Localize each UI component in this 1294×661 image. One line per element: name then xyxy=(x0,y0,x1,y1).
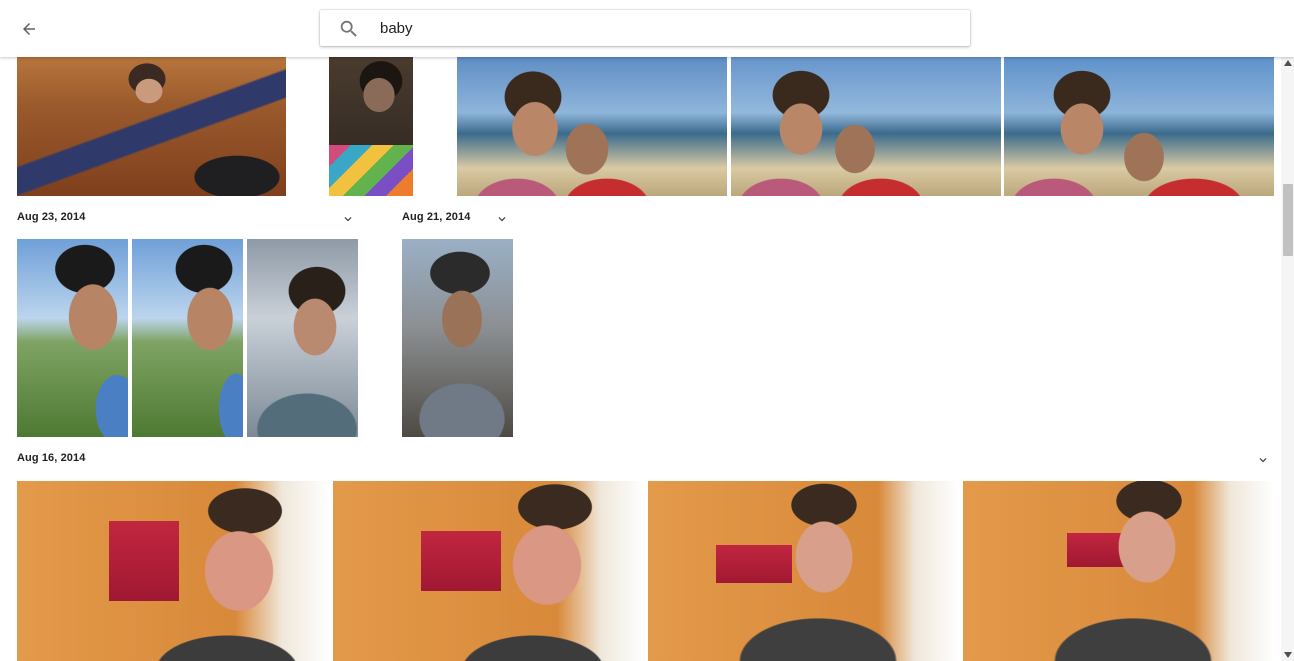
scroll-down-arrow-icon[interactable] xyxy=(1283,651,1293,659)
photo-thumbnail[interactable] xyxy=(333,481,644,661)
chevron-down-icon[interactable] xyxy=(1256,453,1270,467)
photo-thumbnail[interactable] xyxy=(1004,57,1274,196)
photo-thumbnail[interactable] xyxy=(402,239,513,437)
photo-thumbnail[interactable] xyxy=(648,481,959,661)
chevron-down-icon[interactable] xyxy=(495,212,509,226)
group-date: Aug 16, 2014 xyxy=(17,452,86,464)
group-date: Aug 23, 2014 xyxy=(17,211,86,223)
chevron-down-icon[interactable] xyxy=(341,212,355,226)
back-button[interactable] xyxy=(14,14,44,44)
search-input[interactable] xyxy=(380,10,950,46)
photo-thumbnail[interactable] xyxy=(457,57,727,196)
photo-thumbnail[interactable] xyxy=(17,239,128,437)
search-icon[interactable] xyxy=(338,18,360,40)
photo-thumbnail[interactable] xyxy=(731,57,1001,196)
arrow-back-icon xyxy=(23,23,35,35)
group-date: Aug 21, 2014 xyxy=(402,211,471,223)
photo-thumbnail[interactable] xyxy=(17,57,286,196)
photo-thumbnail[interactable] xyxy=(132,239,243,437)
top-bar xyxy=(0,0,1294,57)
scroll-up-arrow-icon[interactable] xyxy=(1283,59,1293,67)
photo-thumbnail[interactable] xyxy=(963,481,1274,661)
photo-thumbnail[interactable] xyxy=(329,57,413,196)
search-box[interactable] xyxy=(320,10,970,46)
scrollbar-track[interactable] xyxy=(1281,57,1294,661)
photo-thumbnail[interactable] xyxy=(247,239,358,437)
photo-thumbnail[interactable] xyxy=(17,481,329,661)
scrollbar-thumb[interactable] xyxy=(1283,184,1293,256)
